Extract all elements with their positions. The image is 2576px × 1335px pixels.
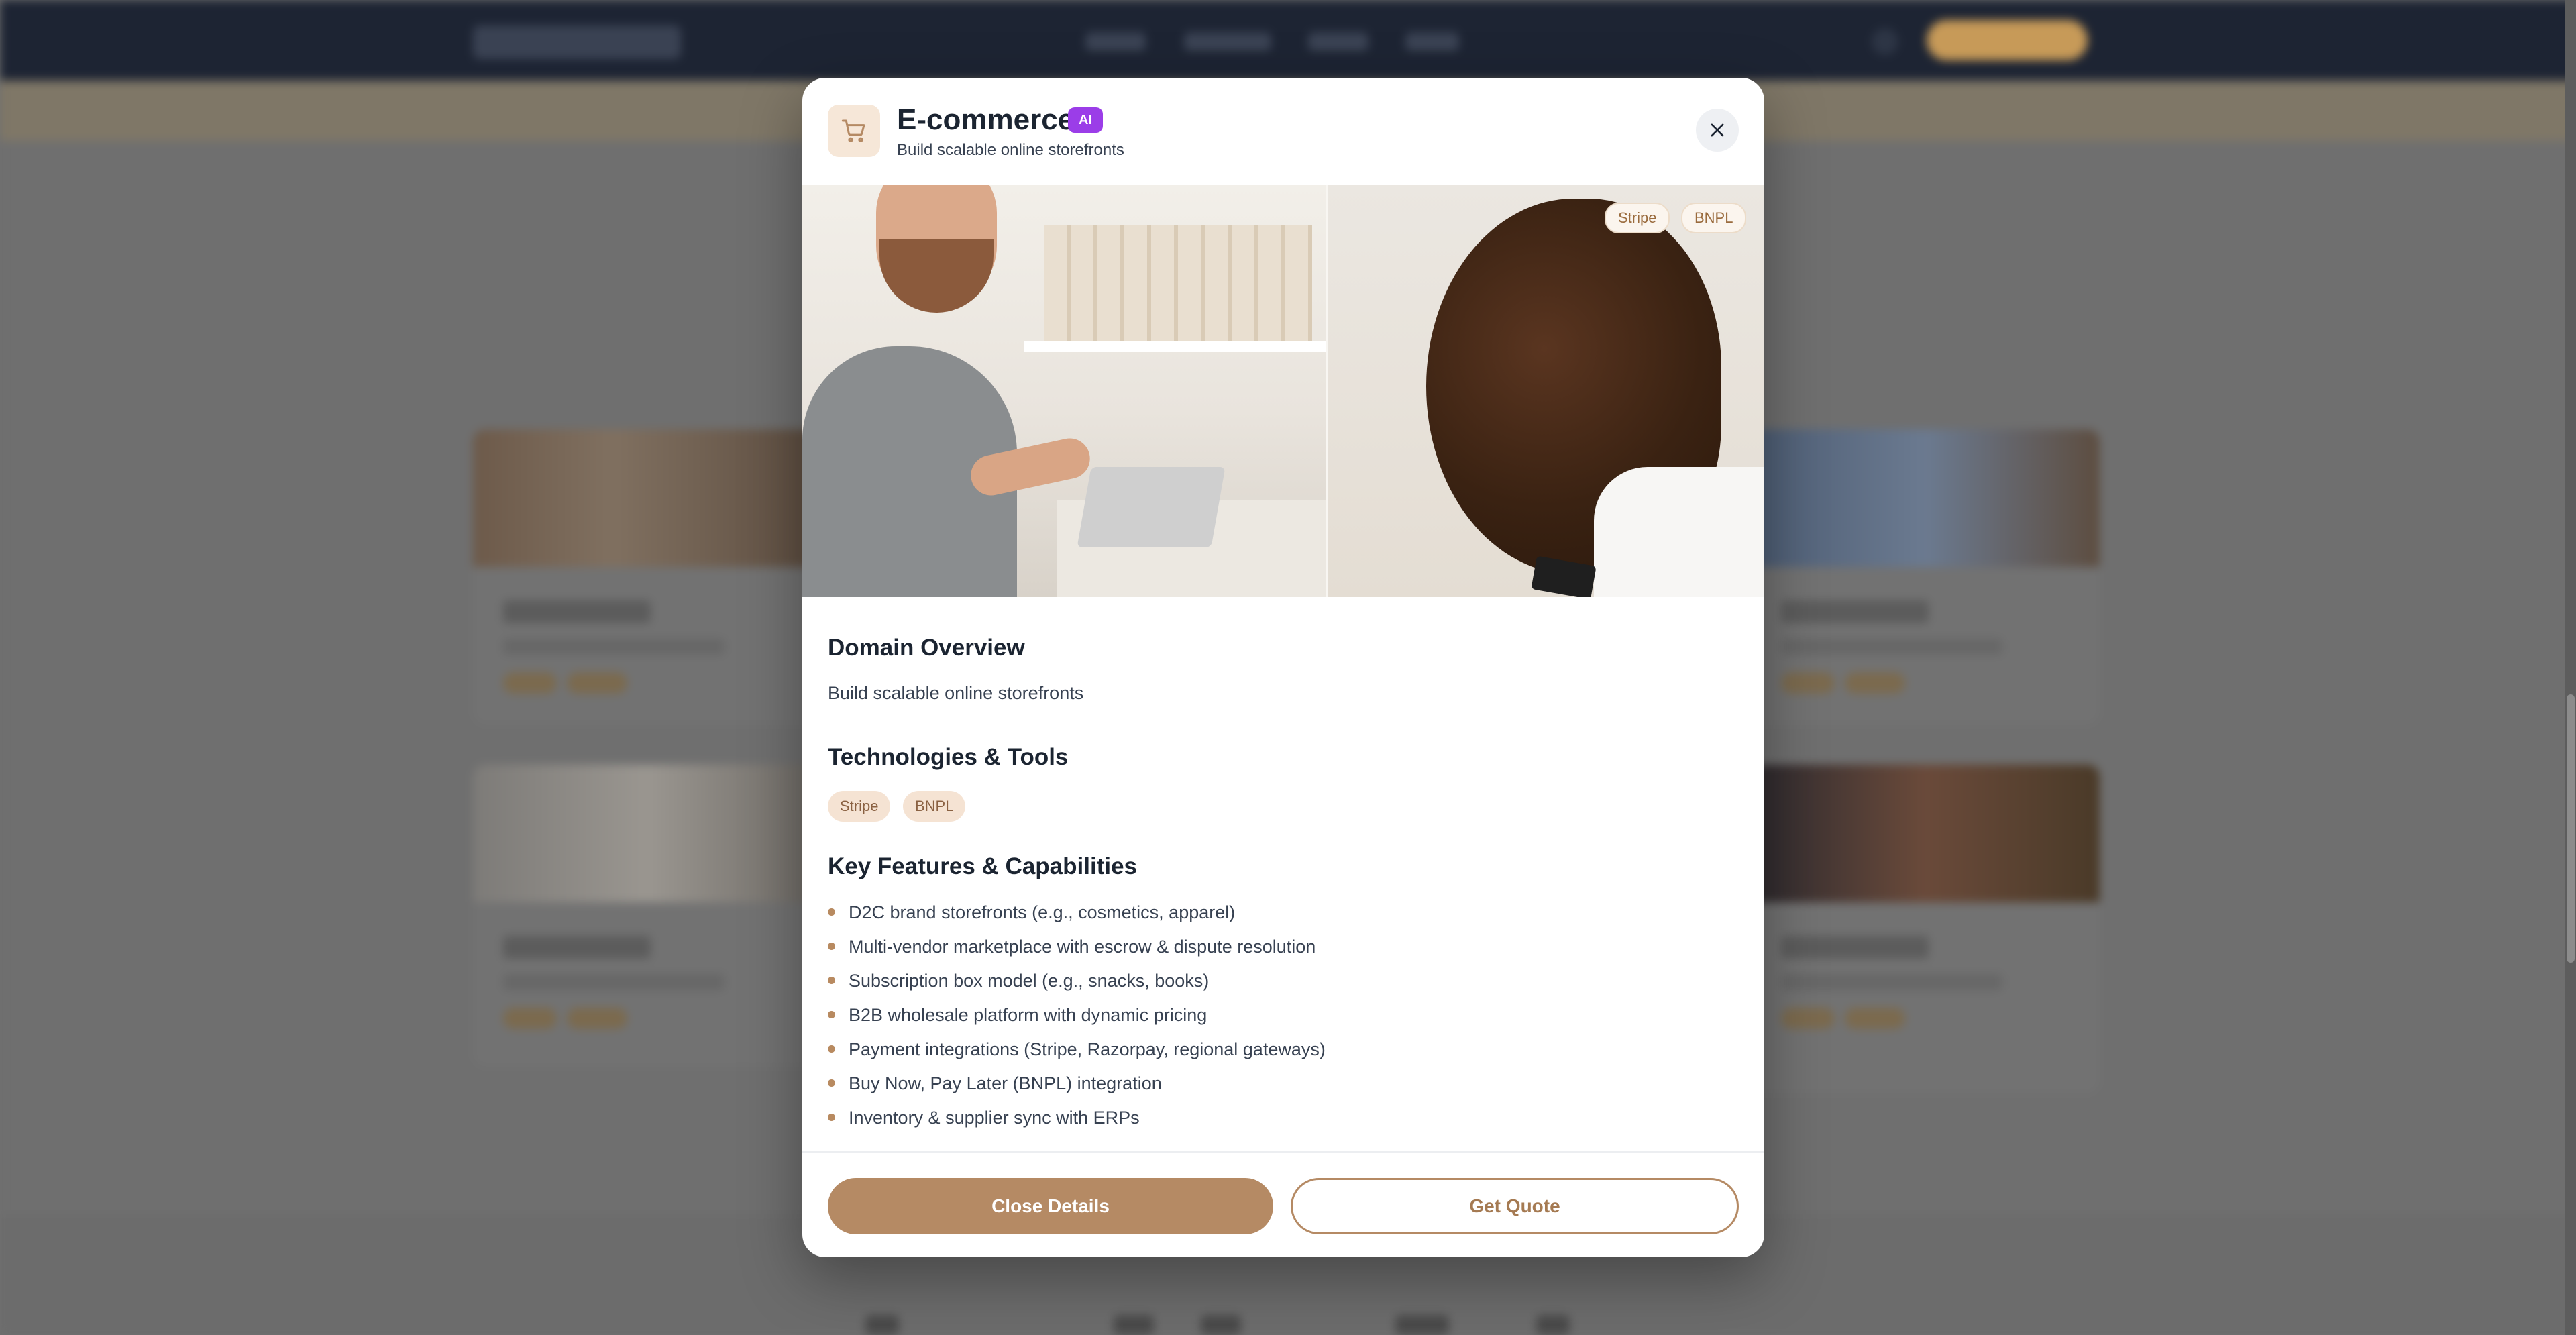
feature-item: B2B wholesale platform with dynamic pric… <box>828 1005 1207 1026</box>
nav-link <box>1085 32 1146 51</box>
domain-hero-image: Stripe BNPL <box>802 185 1764 597</box>
close-icon <box>1711 123 1724 137</box>
tech-heading: Technologies & Tools <box>828 744 1069 770</box>
feature-item: Subscription box model (e.g., snacks, bo… <box>828 971 1209 992</box>
domain-card <box>473 429 822 725</box>
page-scrollbar[interactable] <box>2565 0 2576 1335</box>
nav-cta-button <box>1927 20 2088 60</box>
footer-item <box>1395 1315 1449 1335</box>
nav-link <box>1184 32 1271 51</box>
footer-item <box>1114 1315 1154 1335</box>
tech-tag: BNPL <box>903 791 966 822</box>
top-navbar <box>0 0 2576 81</box>
feature-item: Payment integrations (Stripe, Razorpay, … <box>828 1039 1326 1060</box>
modal-header: E-commerce AI Build scalable online stor… <box>802 78 1764 185</box>
feature-item: Buy Now, Pay Later (BNPL) integration <box>828 1073 1162 1094</box>
footer-item <box>1201 1315 1241 1335</box>
scrollbar-thumb[interactable] <box>2567 694 2575 963</box>
modal-subtitle: Build scalable online storefronts <box>897 141 1124 159</box>
site-logo <box>473 25 681 59</box>
nav-link <box>1308 32 1368 51</box>
shopping-cart-icon <box>828 105 880 157</box>
domain-details-modal: E-commerce AI Build scalable online stor… <box>802 78 1764 1257</box>
footer-item <box>1536 1315 1570 1335</box>
theme-toggle-icon <box>1872 28 1898 55</box>
features-heading: Key Features & Capabilities <box>828 853 1137 879</box>
footer-item <box>865 1315 899 1335</box>
hero-tag: BNPL <box>1681 203 1747 233</box>
overview-text: Build scalable online storefronts <box>828 683 1084 703</box>
domain-card <box>1751 429 2100 725</box>
feature-item: D2C brand storefronts (e.g., cosmetics, … <box>828 902 1235 923</box>
feature-item: Multi-vendor marketplace with escrow & d… <box>828 937 1316 957</box>
ai-badge: AI <box>1068 107 1103 133</box>
tech-tag: Stripe <box>828 791 891 822</box>
domain-card <box>1751 765 2100 1093</box>
hero-tag: Stripe <box>1605 203 1670 233</box>
close-details-button[interactable]: Close Details <box>828 1178 1273 1234</box>
modal-title: E-commerce <box>897 103 1075 136</box>
overview-heading: Domain Overview <box>828 635 1025 661</box>
modal-footer: Close Details Get Quote <box>802 1151 1764 1257</box>
feature-item: Inventory & supplier sync with ERPs <box>828 1108 1140 1128</box>
close-button[interactable] <box>1696 109 1739 152</box>
nav-link <box>1405 32 1459 51</box>
domain-card <box>473 765 822 1067</box>
get-quote-button[interactable]: Get Quote <box>1291 1178 1739 1234</box>
